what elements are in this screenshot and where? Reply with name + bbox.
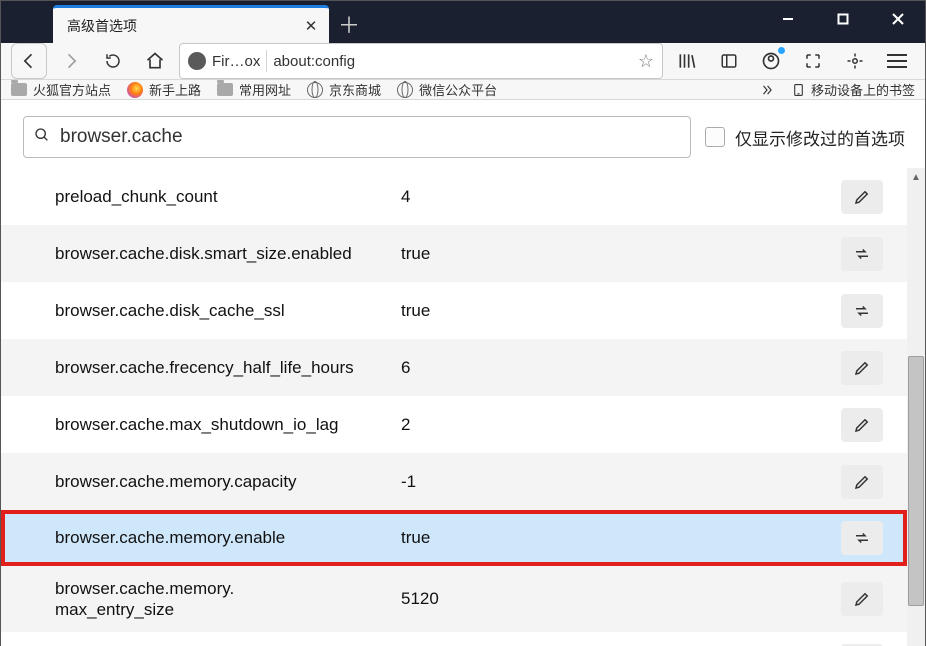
mobile-bookmarks[interactable]: 移动设备上的书签 (792, 80, 915, 99)
scroll-up-button[interactable]: ▲ (907, 168, 925, 186)
pref-row[interactable]: browser.cache.frecency_half_life_hours6 (1, 339, 907, 396)
pref-name: browser.cache.memory.capacity (55, 471, 401, 492)
bookmark-star-icon[interactable]: ☆ (638, 51, 654, 72)
extension-button[interactable] (837, 43, 873, 79)
pref-value: true (401, 301, 833, 321)
pref-name: browser.cache.frecency_half_life_hours (55, 357, 401, 378)
bookmark-item[interactable]: 常用网址 (217, 80, 291, 99)
globe-icon (307, 82, 323, 98)
pref-row[interactable]: browser.cache.offline.capacity512000 (1, 632, 907, 646)
bookmark-item[interactable]: 京东商城 (307, 80, 381, 99)
bookmarks-toolbar: 火狐官方站点 新手上路 常用网址 京东商城 微信公众平台 移动设备上的书签 (1, 80, 925, 100)
pref-value: 4 (401, 187, 833, 207)
edit-button[interactable] (841, 180, 883, 214)
pref-value: 2 (401, 415, 833, 435)
tab-close-icon[interactable]: ✕ (303, 18, 319, 34)
titlebar-drag-area[interactable] (1, 1, 53, 43)
bookmark-label: 移动设备上的书签 (811, 80, 915, 99)
urlbar-separator (266, 50, 267, 72)
url-text[interactable]: about:config (273, 53, 632, 70)
pref-search-box[interactable]: browser.cache (23, 116, 691, 158)
toggle-button[interactable] (841, 521, 883, 555)
bookmarks-overflow-button[interactable] (758, 83, 776, 97)
bookmark-label: 新手上路 (149, 80, 201, 99)
pref-value: -1 (401, 472, 833, 492)
modified-only-label: 仅显示修改过的首选项 (735, 125, 905, 150)
identity-label: Fir…ox (212, 53, 260, 70)
bookmark-item[interactable]: 微信公众平台 (397, 80, 497, 99)
pref-row[interactable]: browser.cache.memory.enabletrue (1, 510, 907, 566)
pref-value: 5120 (401, 589, 833, 609)
scrollbar-vertical[interactable]: ▲ ▼ (907, 168, 925, 646)
home-button[interactable] (137, 43, 173, 79)
checkbox-icon[interactable] (705, 127, 725, 147)
pref-row[interactable]: browser.cache.disk.smart_size.enabledtru… (1, 225, 907, 282)
bookmark-label: 京东商城 (329, 80, 381, 99)
prefs-list: preload_chunk_count4browser.cache.disk.s… (1, 168, 907, 646)
modified-only-toggle[interactable]: 仅显示修改过的首选项 (705, 125, 905, 150)
search-icon (34, 127, 50, 148)
library-button[interactable] (669, 43, 705, 79)
pref-row[interactable]: preload_chunk_count4 (1, 168, 907, 225)
bookmark-label: 火狐官方站点 (33, 80, 111, 99)
reload-button[interactable] (95, 43, 131, 79)
content-area: browser.cache 仅显示修改过的首选项 preload_chunk_c… (1, 100, 925, 646)
edit-button[interactable] (841, 465, 883, 499)
pref-name: preload_chunk_count (55, 186, 401, 207)
pref-value: true (401, 528, 833, 548)
maximize-button[interactable] (815, 1, 870, 37)
close-window-button[interactable] (870, 1, 925, 37)
new-tab-button[interactable]: ＋ (329, 5, 369, 43)
scroll-thumb[interactable] (908, 356, 924, 606)
folder-icon (217, 83, 233, 96)
tab-title: 高级首选项 (67, 16, 303, 36)
sidebar-button[interactable] (711, 43, 747, 79)
screenshot-button[interactable] (795, 43, 831, 79)
pref-name: browser.cache.disk_cache_ssl (55, 300, 401, 321)
toggle-button[interactable] (841, 294, 883, 328)
pref-row[interactable]: browser.cache.max_shutdown_io_lag2 (1, 396, 907, 453)
pref-value: true (401, 244, 833, 264)
bookmark-label: 微信公众平台 (419, 80, 497, 99)
pref-name: browser.cache.memory.max_entry_size (55, 578, 401, 621)
pref-name: browser.cache.disk.smart_size.enabled (55, 243, 401, 264)
bookmark-label: 常用网址 (239, 80, 291, 99)
browser-window: 高级首选项 ✕ ＋ Fir…ox about:config ☆ 火狐官方站点 新 (0, 0, 926, 646)
edit-button[interactable] (841, 351, 883, 385)
folder-icon (11, 83, 27, 96)
pref-row[interactable]: browser.cache.disk_cache_ssltrue (1, 282, 907, 339)
prefs-scroll-wrap: preload_chunk_count4browser.cache.disk.s… (1, 168, 925, 646)
window-controls (760, 1, 925, 37)
globe-icon (397, 82, 413, 98)
tab-active[interactable]: 高级首选项 ✕ (53, 5, 329, 43)
back-button[interactable] (11, 43, 47, 79)
pref-value: 6 (401, 358, 833, 378)
toggle-button[interactable] (841, 237, 883, 271)
minimize-button[interactable] (760, 1, 815, 37)
forward-button (53, 43, 89, 79)
titlebar: 高级首选项 ✕ ＋ (1, 1, 925, 43)
search-row: browser.cache 仅显示修改过的首选项 (1, 100, 925, 168)
pref-row[interactable]: browser.cache.memory.capacity-1 (1, 453, 907, 510)
edit-button[interactable] (841, 582, 883, 616)
pref-name: browser.cache.memory.enable (55, 527, 401, 548)
edit-button[interactable] (841, 408, 883, 442)
app-menu-button[interactable] (879, 43, 915, 79)
pref-name: browser.cache.max_shutdown_io_lag (55, 414, 401, 435)
bookmark-item[interactable]: 新手上路 (127, 80, 201, 99)
firefox-icon (127, 82, 143, 98)
search-value: browser.cache (60, 126, 183, 148)
url-bar[interactable]: Fir…ox about:config ☆ (179, 43, 663, 79)
account-button[interactable] (753, 43, 789, 79)
bookmark-item[interactable]: 火狐官方站点 (11, 80, 111, 99)
pref-row[interactable]: browser.cache.memory.max_entry_size5120 (1, 566, 907, 632)
nav-toolbar: Fir…ox about:config ☆ (1, 43, 925, 80)
identity-icon[interactable] (188, 52, 206, 70)
